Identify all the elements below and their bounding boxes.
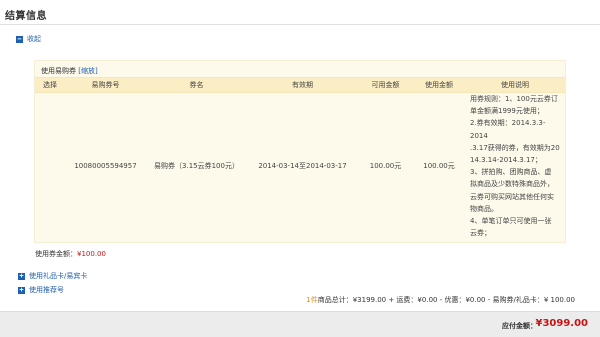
- payable-label: 应付金额：: [502, 322, 537, 330]
- used-coupon-total-amount: ¥100.00: [77, 250, 106, 258]
- section-title: 结算信息: [5, 11, 47, 22]
- collapse-toggle-label: 收起: [27, 35, 41, 43]
- payable-amount: ¥3099.00: [535, 318, 588, 329]
- coupon-instructions: 用券规则：1、100元云券订 单金额满1999元使用； 2.券有效期：2014.…: [465, 93, 565, 240]
- minus-square-icon: −: [16, 34, 23, 43]
- used-coupon-total: 使用券金额：¥100.00: [35, 249, 106, 259]
- collapse-toggle[interactable]: − 收起: [16, 34, 41, 44]
- column-header-instructions: 使用说明: [465, 77, 565, 93]
- instruction-line: 14.3.14-2014.3.17；: [470, 156, 542, 165]
- zoom-link[interactable]: [缩放]: [78, 67, 97, 75]
- instruction-line: 4、单笔订单只可使用一张: [470, 217, 552, 226]
- instruction-line: 物商品。: [470, 204, 498, 213]
- instruction-line: 拟商品及少数特殊商品外，: [470, 180, 554, 189]
- instruction-line: 单金额满1999元使用；: [470, 107, 544, 116]
- coupon-table: 选择 易购券号 券名 有效期 可用金额 使用金额 使用说明 1008000559…: [35, 77, 565, 239]
- order-summary: 1件商品总计：¥3199.00 + 运费：¥0.00 - 优惠：¥0.00 - …: [306, 295, 575, 305]
- column-header-coupon-name: 券名: [146, 77, 247, 93]
- coupon-table-header-row: 选择 易购券号 券名 有效期 可用金额 使用金额 使用说明: [35, 77, 565, 93]
- instruction-line: 3、拼拍购、团购商品、虚: [470, 168, 552, 177]
- plus-square-icon: +: [18, 285, 25, 294]
- column-header-coupon-no: 易购券号: [65, 77, 146, 93]
- referrer-toggle-label: 使用推荐号: [29, 286, 64, 294]
- instruction-line: 用券规则：1、100元云券订: [470, 95, 558, 103]
- instruction-line: 云券可购买网站其他任何实: [470, 192, 554, 201]
- column-header-select: 选择: [35, 77, 65, 93]
- item-count: 1件: [306, 296, 318, 304]
- coupon-select-cell[interactable]: [35, 93, 65, 240]
- title-divider: [0, 24, 600, 25]
- coupon-available-amount: 100.00元: [369, 162, 402, 171]
- column-header-available-amount: 可用金额: [358, 77, 413, 93]
- gift-card-toggle-label: 使用礼品卡/易宾卡: [29, 272, 88, 280]
- coupon-validity: 2014-03-14至2014-03-17: [258, 162, 347, 171]
- coupon-used-amount: 100.00元: [423, 162, 455, 171]
- instruction-line: 2.券有效期：2014.3.3-2014: [470, 119, 546, 140]
- coupon-panel: 使用易购券 [缩放] 选择 易购券号 券名 有效期 可用金额 使用金额 使用说明…: [34, 60, 566, 243]
- referrer-toggle[interactable]: + 使用推荐号: [18, 285, 64, 295]
- gift-card-toggle[interactable]: + 使用礼品卡/易宾卡: [18, 271, 87, 281]
- coupon-panel-header: 使用易购券 [缩放]: [41, 66, 98, 76]
- coupon-name: 易购券（3.15云券100元）: [154, 162, 239, 171]
- summary-text: 商品总计：¥3199.00 + 运费：¥0.00 - 优惠：¥0.00 - 易购…: [317, 296, 575, 304]
- table-row: 10080005594957 易购券（3.15云券100元） 2014-03-1…: [35, 93, 565, 240]
- payable-bar: 应付金额： ¥3099.00: [0, 311, 600, 337]
- column-header-validity: 有效期: [247, 77, 358, 93]
- coupon-panel-header-text: 使用易购券: [41, 67, 79, 75]
- coupon-number: 10080005594957: [74, 162, 137, 171]
- used-coupon-total-label: 使用券金额：: [35, 250, 77, 258]
- column-header-used-amount: 使用金额: [413, 77, 465, 93]
- instruction-line: .3.17获得的券，有效期为20: [470, 143, 560, 152]
- instruction-line: 云券；: [470, 229, 491, 238]
- plus-square-icon: +: [18, 271, 25, 280]
